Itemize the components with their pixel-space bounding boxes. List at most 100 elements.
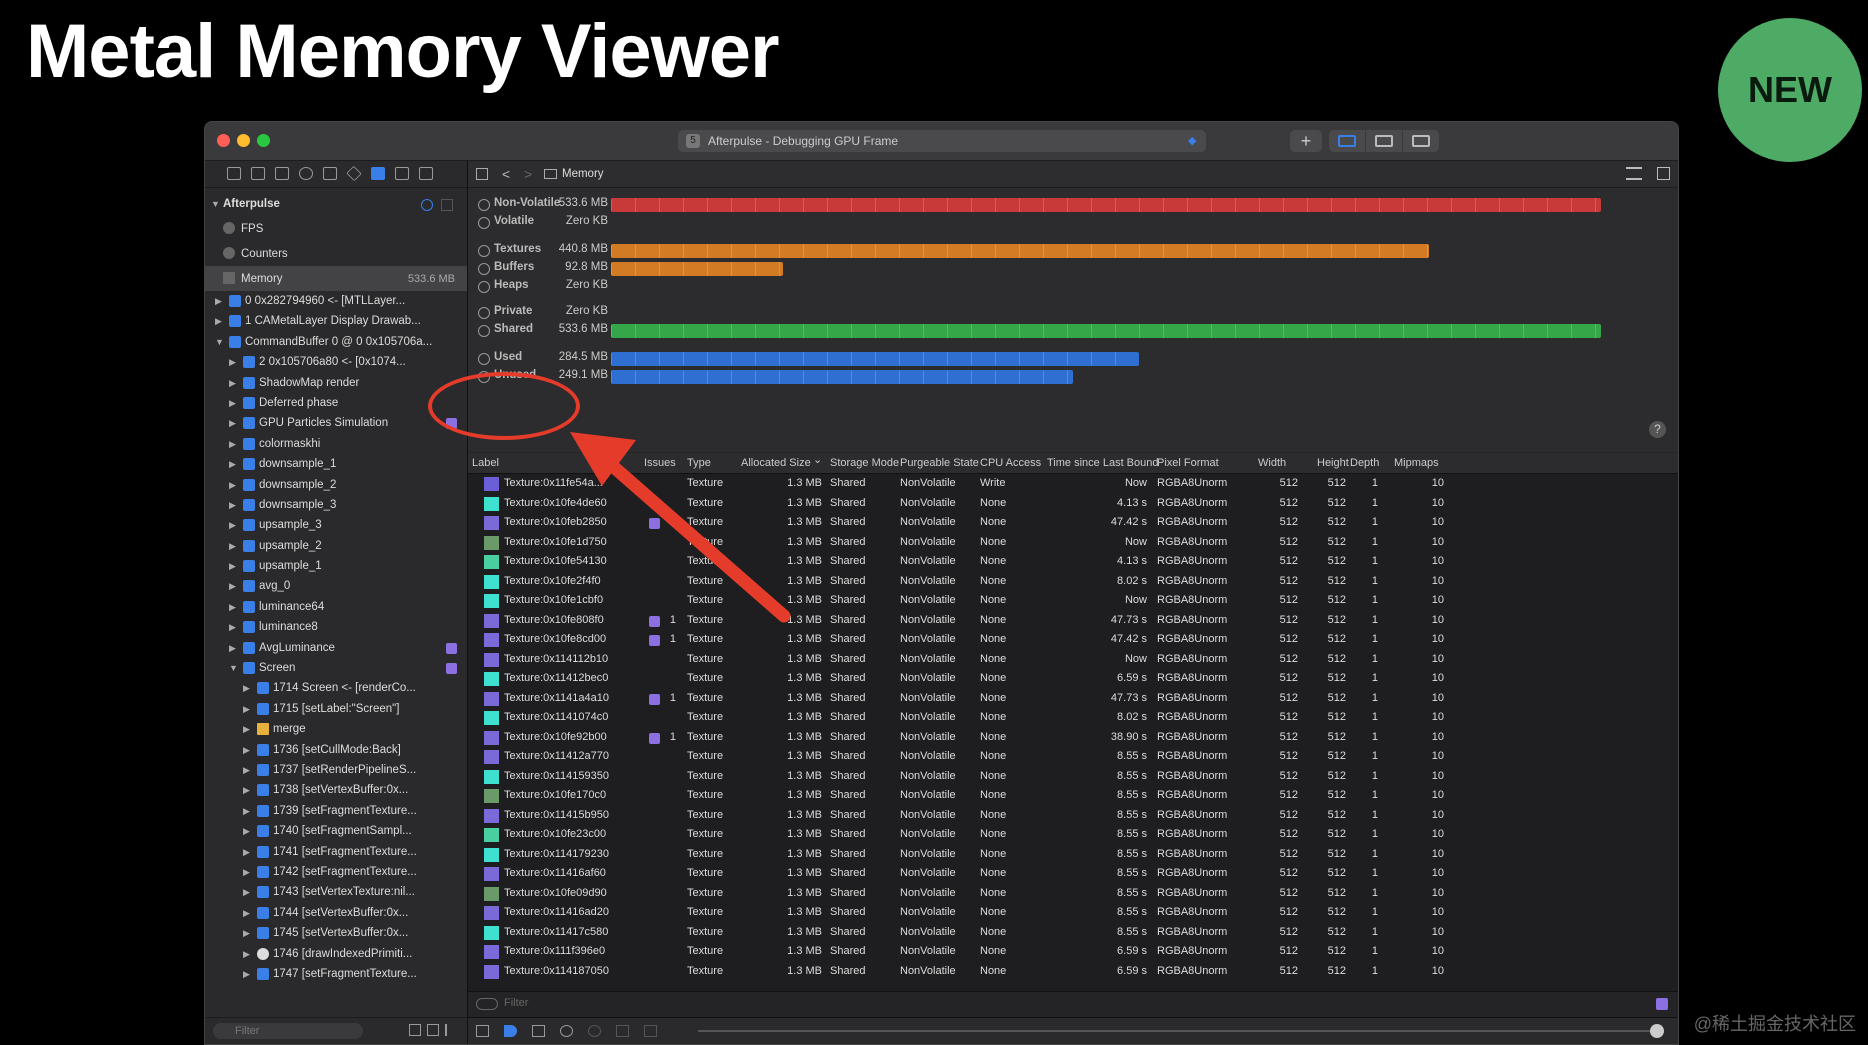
disclosure-closed-icon[interactable]: ▶: [243, 678, 250, 698]
column-header[interactable]: Allocated Size: [741, 453, 811, 473]
slider-knob[interactable]: [1650, 1024, 1664, 1038]
column-header[interactable]: Depth: [1350, 453, 1379, 473]
filter-icon[interactable]: [476, 998, 498, 1010]
disclosure-closed-icon[interactable]: ▶: [243, 903, 250, 923]
column-header[interactable]: Type: [687, 453, 711, 473]
memory-bar[interactable]: [611, 244, 1429, 258]
issue-flag-icon[interactable]: [446, 642, 457, 654]
disclosure-closed-icon[interactable]: ▶: [243, 964, 250, 984]
memory-row[interactable]: Textures 440.8 MB: [468, 242, 1678, 260]
memory-bar[interactable]: [611, 370, 1073, 384]
column-header[interactable]: Height: [1317, 453, 1349, 473]
table-row[interactable]: Texture:0x10fe23c00 Texture 1.3 MB Shared No…: [468, 825, 1678, 845]
disclosure-closed-icon[interactable]: ▶: [229, 536, 236, 556]
disclosure-closed-icon[interactable]: ▶: [243, 780, 250, 800]
disclosure-closed-icon[interactable]: ▶: [243, 801, 250, 821]
column-header[interactable]: Pixel Format: [1157, 453, 1219, 473]
tree-item[interactable]: ▶ avg_0: [205, 576, 467, 596]
disclosure-closed-icon[interactable]: ▶: [229, 475, 236, 495]
disclosure-closed-icon[interactable]: ▶: [243, 862, 250, 882]
toggle-navigator-icon[interactable]: [1329, 130, 1365, 152]
tree-item[interactable]: ▶ 1740 [setFragmentSampl...: [205, 821, 467, 841]
toggle-debug-area-icon[interactable]: [1366, 130, 1402, 152]
jump-bar-label[interactable]: Memory: [562, 161, 604, 187]
column-header[interactable]: CPU Access: [980, 453, 1041, 473]
sidebar-item-fps[interactable]: FPS: [205, 216, 467, 241]
tree-item[interactable]: ▶ 1714 Screen <- [renderCo...: [205, 678, 467, 698]
tree-item[interactable]: ▶ 1715 [setLabel:"Screen"]: [205, 699, 467, 719]
tree-item[interactable]: ▶ 1739 [setFragmentTexture...: [205, 801, 467, 821]
related-items-icon[interactable]: [476, 168, 488, 180]
memory-row[interactable]: Heaps Zero KB: [468, 278, 1678, 296]
issue-navigator-icon[interactable]: [323, 167, 337, 180]
tree-item[interactable]: ▶ 1 CAMetalLayer Display Drawab...: [205, 311, 467, 331]
pause-icon[interactable]: [532, 1025, 545, 1037]
tree-item[interactable]: ▶ 1743 [setVertexTexture:nil...: [205, 882, 467, 902]
project-navigator-icon[interactable]: [227, 167, 241, 180]
debug-navigator-icon[interactable]: [371, 167, 385, 180]
disclosure-closed-icon[interactable]: ▶: [215, 311, 222, 331]
tree-item[interactable]: ▶ GPU Particles Simulation: [205, 413, 467, 433]
table-row[interactable]: Texture:0x10fe8cd00 1 Texture 1.3 MB Shared N…: [468, 630, 1678, 650]
tree-item[interactable]: ▶ merge: [205, 719, 467, 739]
tree-item[interactable]: ▶ upsample_1: [205, 556, 467, 576]
disclosure-closed-icon[interactable]: ▶: [229, 556, 236, 576]
table-filter-field[interactable]: Filter: [504, 997, 528, 1009]
tree-item[interactable]: ▶ upsample_2: [205, 536, 467, 556]
tree-item[interactable]: ▶ 2 0x105706a80 <- [0x1074...: [205, 352, 467, 372]
table-row[interactable]: Texture:0x10fe4de60 Texture 1.3 MB Shared No…: [468, 494, 1678, 514]
tree-item[interactable]: ▶ 0 0x282794960 <- [MTLLayer...: [205, 291, 467, 311]
step-back-icon[interactable]: [616, 1025, 629, 1037]
disclosure-closed-icon[interactable]: ▶: [243, 842, 250, 862]
filter-calls-icon[interactable]: [409, 1024, 421, 1036]
disclosure-closed-icon[interactable]: ▶: [229, 352, 236, 372]
column-header[interactable]: Label: [472, 453, 499, 473]
step-forward-icon[interactable]: [644, 1025, 657, 1037]
tree-item[interactable]: ▶ 1744 [setVertexBuffer:0x...: [205, 903, 467, 923]
toggle-inspector-icon[interactable]: [1403, 130, 1439, 152]
column-header[interactable]: Time since Last Bound: [1047, 453, 1158, 473]
find-navigator-icon[interactable]: [299, 167, 313, 180]
hide-debug-area-icon[interactable]: [476, 1025, 489, 1037]
disclosure-closed-icon[interactable]: ▶: [229, 393, 236, 413]
table-row[interactable]: Texture:0x10fe09d90 Texture 1.3 MB Shared No…: [468, 884, 1678, 904]
tree-item[interactable]: ▶ 1736 [setCullMode:Back]: [205, 740, 467, 760]
tree-item[interactable]: ▶ ShadowMap render: [205, 373, 467, 393]
tree-item[interactable]: ▶ 1742 [setFragmentTexture...: [205, 862, 467, 882]
memory-row[interactable]: Non-Volatile 533.6 MB: [468, 196, 1678, 214]
disclosure-closed-icon[interactable]: ▶: [229, 413, 236, 433]
disclosure-closed-icon[interactable]: ▶: [243, 923, 250, 943]
disclosure-closed-icon[interactable]: ▶: [229, 597, 236, 617]
forward-button[interactable]: >: [524, 161, 532, 187]
breakpoints-toggle-icon[interactable]: [504, 1025, 517, 1037]
tree-item[interactable]: ▶ 1747 [setFragmentTexture...: [205, 964, 467, 984]
tree-item[interactable]: ▶ downsample_3: [205, 495, 467, 515]
disclosure-open-icon[interactable]: ▼: [215, 332, 224, 352]
table-row[interactable]: Texture:0x111f396e0 Texture 1.3 MB Shared No…: [468, 942, 1678, 962]
disclosure-closed-icon[interactable]: ▶: [243, 944, 250, 964]
symbol-navigator-icon[interactable]: [275, 167, 289, 180]
issue-flag-icon[interactable]: [446, 663, 457, 675]
tree-item[interactable]: ▼ Screen: [205, 658, 467, 678]
disclosure-closed-icon[interactable]: ▶: [229, 434, 236, 454]
table-row[interactable]: Texture:0x10fe808f0 1 Texture 1.3 MB Shared N…: [468, 611, 1678, 631]
disclosure-closed-icon[interactable]: ▶: [229, 454, 236, 474]
disclosure-closed-icon[interactable]: ▶: [243, 740, 250, 760]
disclosure-closed-icon[interactable]: ▶: [229, 515, 236, 535]
back-button[interactable]: <: [502, 161, 510, 187]
report-navigator-icon[interactable]: [419, 167, 433, 180]
disclosure-closed-icon[interactable]: ▶: [215, 291, 222, 311]
disclosure-open-icon[interactable]: ▼: [229, 658, 238, 678]
table-row[interactable]: Texture:0x11412bec0 Texture 1.3 MB Shared No…: [468, 669, 1678, 689]
table-row[interactable]: Texture:0x10fe1cbf0 Texture 1.3 MB Shared No…: [468, 591, 1678, 611]
table-row[interactable]: Texture:0x11fe54a... Texture 1.3 MB Shared N…: [468, 474, 1678, 494]
column-header[interactable]: Purgeable State: [900, 453, 979, 473]
source-control-icon[interactable]: [251, 167, 265, 180]
disclosure-closed-icon[interactable]: ▶: [229, 617, 236, 637]
activity-view[interactable]: 5 Afterpulse - Debugging GPU Frame ◆: [678, 130, 1206, 152]
disclosure-closed-icon[interactable]: ▶: [243, 821, 250, 841]
memory-row[interactable]: Buffers 92.8 MB: [468, 260, 1678, 278]
table-row[interactable]: Texture:0x11416ad20 Texture 1.3 MB Shared No…: [468, 903, 1678, 923]
tree-item[interactable]: ▶ luminance8: [205, 617, 467, 637]
memory-row[interactable]: Used 284.5 MB: [468, 350, 1678, 368]
